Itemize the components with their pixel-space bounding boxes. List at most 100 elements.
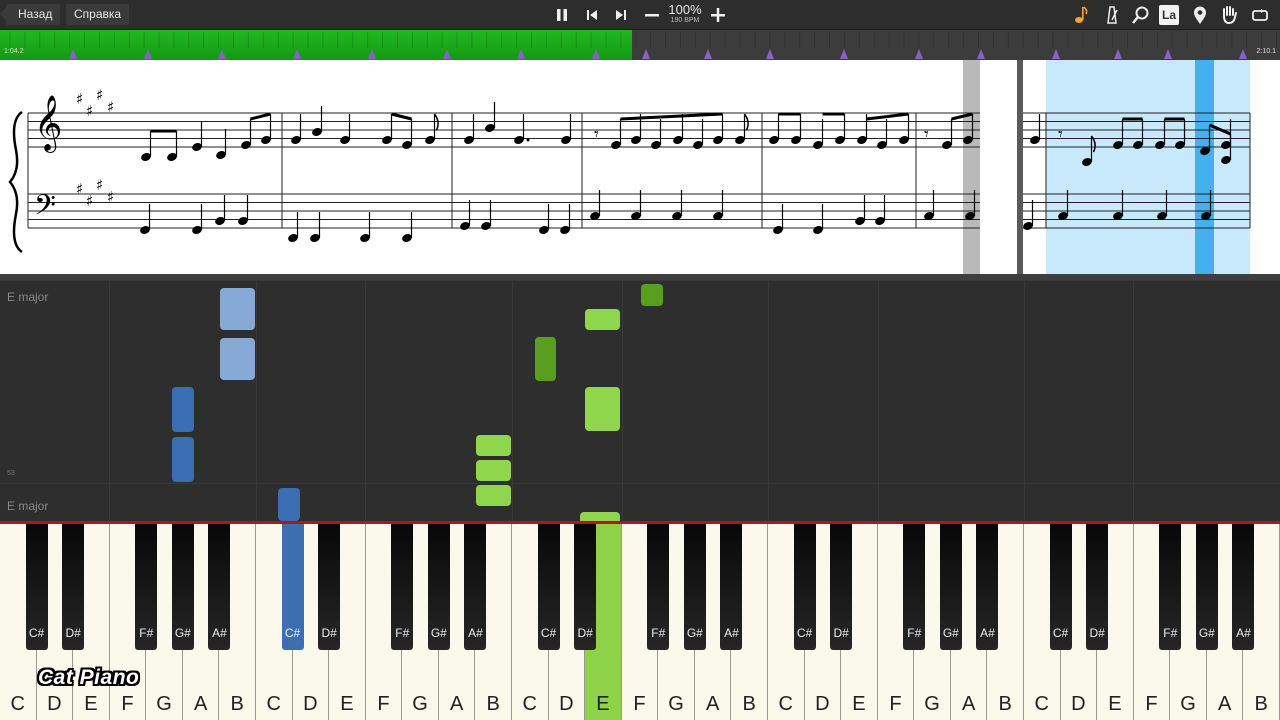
- previous-button[interactable]: [580, 3, 604, 27]
- channel-watermark: Cat Piano: [38, 666, 140, 689]
- black-key-c-sharp[interactable]: C#: [537, 524, 560, 650]
- black-key-g-sharp[interactable]: G#: [939, 524, 962, 650]
- key-label: F#: [139, 626, 154, 640]
- sheet-music: 𝄾 𝄾 𝄾 𝄞 𝄢 ♯ ♯ ♯ ♯ ♯ ♯ ♯ ♯: [0, 60, 1280, 274]
- measure-gridline: [0, 483, 1280, 484]
- svg-text:♯: ♯: [107, 98, 114, 116]
- section-marker-icon: [977, 49, 985, 59]
- black-key-d-sharp[interactable]: D#: [62, 524, 85, 650]
- black-key-a-sharp[interactable]: A#: [976, 524, 999, 650]
- pause-button[interactable]: [550, 3, 574, 27]
- octave-gridline: [256, 280, 257, 521]
- black-key-d-sharp[interactable]: D#: [1086, 524, 1109, 650]
- black-key-g-sharp[interactable]: G#: [427, 524, 450, 650]
- timeline-markers: [9, 32, 1277, 59]
- octave-gridline: [768, 280, 769, 521]
- falling-note: [476, 435, 511, 456]
- key-label: F#: [1163, 626, 1178, 640]
- key-label: E: [1108, 693, 1122, 715]
- skip-back-icon: [587, 10, 597, 20]
- key-label: A#: [468, 626, 483, 640]
- section-marker-icon: [1164, 49, 1172, 59]
- loop-icon[interactable]: [1249, 4, 1271, 26]
- octave-gridline: [109, 280, 110, 521]
- black-key-d-sharp[interactable]: D#: [574, 524, 597, 650]
- hand-icon[interactable]: [1218, 4, 1240, 26]
- magnifier-icon[interactable]: [1130, 4, 1152, 26]
- page-split-line: [1017, 60, 1023, 274]
- key-label: D: [559, 693, 574, 715]
- note-icon[interactable]: [1071, 4, 1093, 26]
- octave-gridline: [512, 280, 513, 521]
- key-signature: ♯♯♯♯ ♯♯♯♯: [76, 86, 114, 210]
- black-key-d-sharp[interactable]: D#: [318, 524, 341, 650]
- black-key-a-sharp[interactable]: A#: [720, 524, 743, 650]
- speed-bpm: 190 BPM: [670, 17, 700, 24]
- help-button[interactable]: Справка: [66, 4, 130, 25]
- black-key-c-sharp[interactable]: C#: [793, 524, 816, 650]
- black-key-f-sharp[interactable]: F#: [135, 524, 158, 650]
- key-label: C: [778, 693, 793, 715]
- section-marker-icon: [592, 49, 600, 59]
- grand-staff-brace: [8, 110, 23, 254]
- black-key-c-sharp[interactable]: C#: [25, 524, 48, 650]
- metronome-icon[interactable]: [1101, 4, 1123, 26]
- key-label: A: [1217, 693, 1232, 715]
- key-label: A#: [724, 626, 739, 640]
- black-key-a-sharp[interactable]: A#: [208, 524, 231, 650]
- speed-increase-button[interactable]: [706, 3, 730, 27]
- falling-note: [535, 337, 556, 381]
- key-label: C: [1034, 693, 1049, 715]
- black-key-f-sharp[interactable]: F#: [647, 524, 670, 650]
- svg-text:♯: ♯: [96, 176, 103, 194]
- location-pin-icon[interactable]: [1189, 4, 1211, 26]
- falling-note: [641, 284, 663, 306]
- falling-note: [172, 437, 194, 482]
- black-key-a-sharp[interactable]: A#: [1232, 524, 1255, 650]
- octave-gridline: [622, 280, 623, 521]
- timeline-total-time: 2:10.1: [1256, 48, 1276, 55]
- key-label: G: [1180, 693, 1196, 715]
- key-label: C: [266, 693, 281, 715]
- note-labels-icon[interactable]: La: [1159, 5, 1179, 25]
- black-key-f-sharp[interactable]: F#: [903, 524, 926, 650]
- eighth-rest-icon: 𝄾: [594, 124, 599, 145]
- key-label: F: [889, 693, 902, 715]
- black-key-c-sharp[interactable]: C#: [281, 524, 304, 650]
- key-label: F#: [651, 626, 666, 640]
- key-label: D#: [1089, 626, 1105, 640]
- key-label: B: [998, 693, 1012, 715]
- black-key-g-sharp[interactable]: G#: [1195, 524, 1218, 650]
- black-key-f-sharp[interactable]: F#: [1159, 524, 1182, 650]
- key-label: G: [412, 693, 428, 715]
- falling-note: [585, 309, 620, 330]
- minus-icon: [645, 14, 659, 17]
- key-label: E: [84, 693, 98, 715]
- svg-text:♯: ♯: [76, 180, 83, 198]
- black-key-a-sharp[interactable]: A#: [464, 524, 487, 650]
- song-timeline[interactable]: 1:04.2 2:10.1: [0, 30, 1280, 60]
- key-label: G#: [942, 626, 959, 640]
- svg-text:♯: ♯: [76, 90, 83, 108]
- speed-decrease-button[interactable]: [640, 3, 664, 27]
- key-label: F: [377, 693, 390, 715]
- black-key-c-sharp[interactable]: C#: [1049, 524, 1072, 650]
- key-label: A#: [1236, 626, 1251, 640]
- section-marker-icon: [144, 49, 152, 59]
- key-signature-label-bottom: E major: [7, 499, 49, 513]
- key-label: C: [10, 693, 25, 715]
- black-key-f-sharp[interactable]: F#: [391, 524, 414, 650]
- section-marker-icon: [840, 49, 848, 59]
- key-label: G#: [174, 626, 191, 640]
- back-button[interactable]: Назад: [6, 4, 61, 25]
- falling-notes-area: E major 53 E major: [0, 280, 1280, 521]
- key-label: B: [1254, 693, 1268, 715]
- timeline-current-time: 1:04.2: [4, 48, 24, 55]
- next-button[interactable]: [609, 3, 633, 27]
- black-key-d-sharp[interactable]: D#: [830, 524, 853, 650]
- black-key-g-sharp[interactable]: G#: [683, 524, 706, 650]
- black-key-g-sharp[interactable]: G#: [171, 524, 194, 650]
- key-label: F: [1145, 693, 1158, 715]
- key-label: A: [449, 693, 464, 715]
- key-label: D#: [577, 626, 593, 640]
